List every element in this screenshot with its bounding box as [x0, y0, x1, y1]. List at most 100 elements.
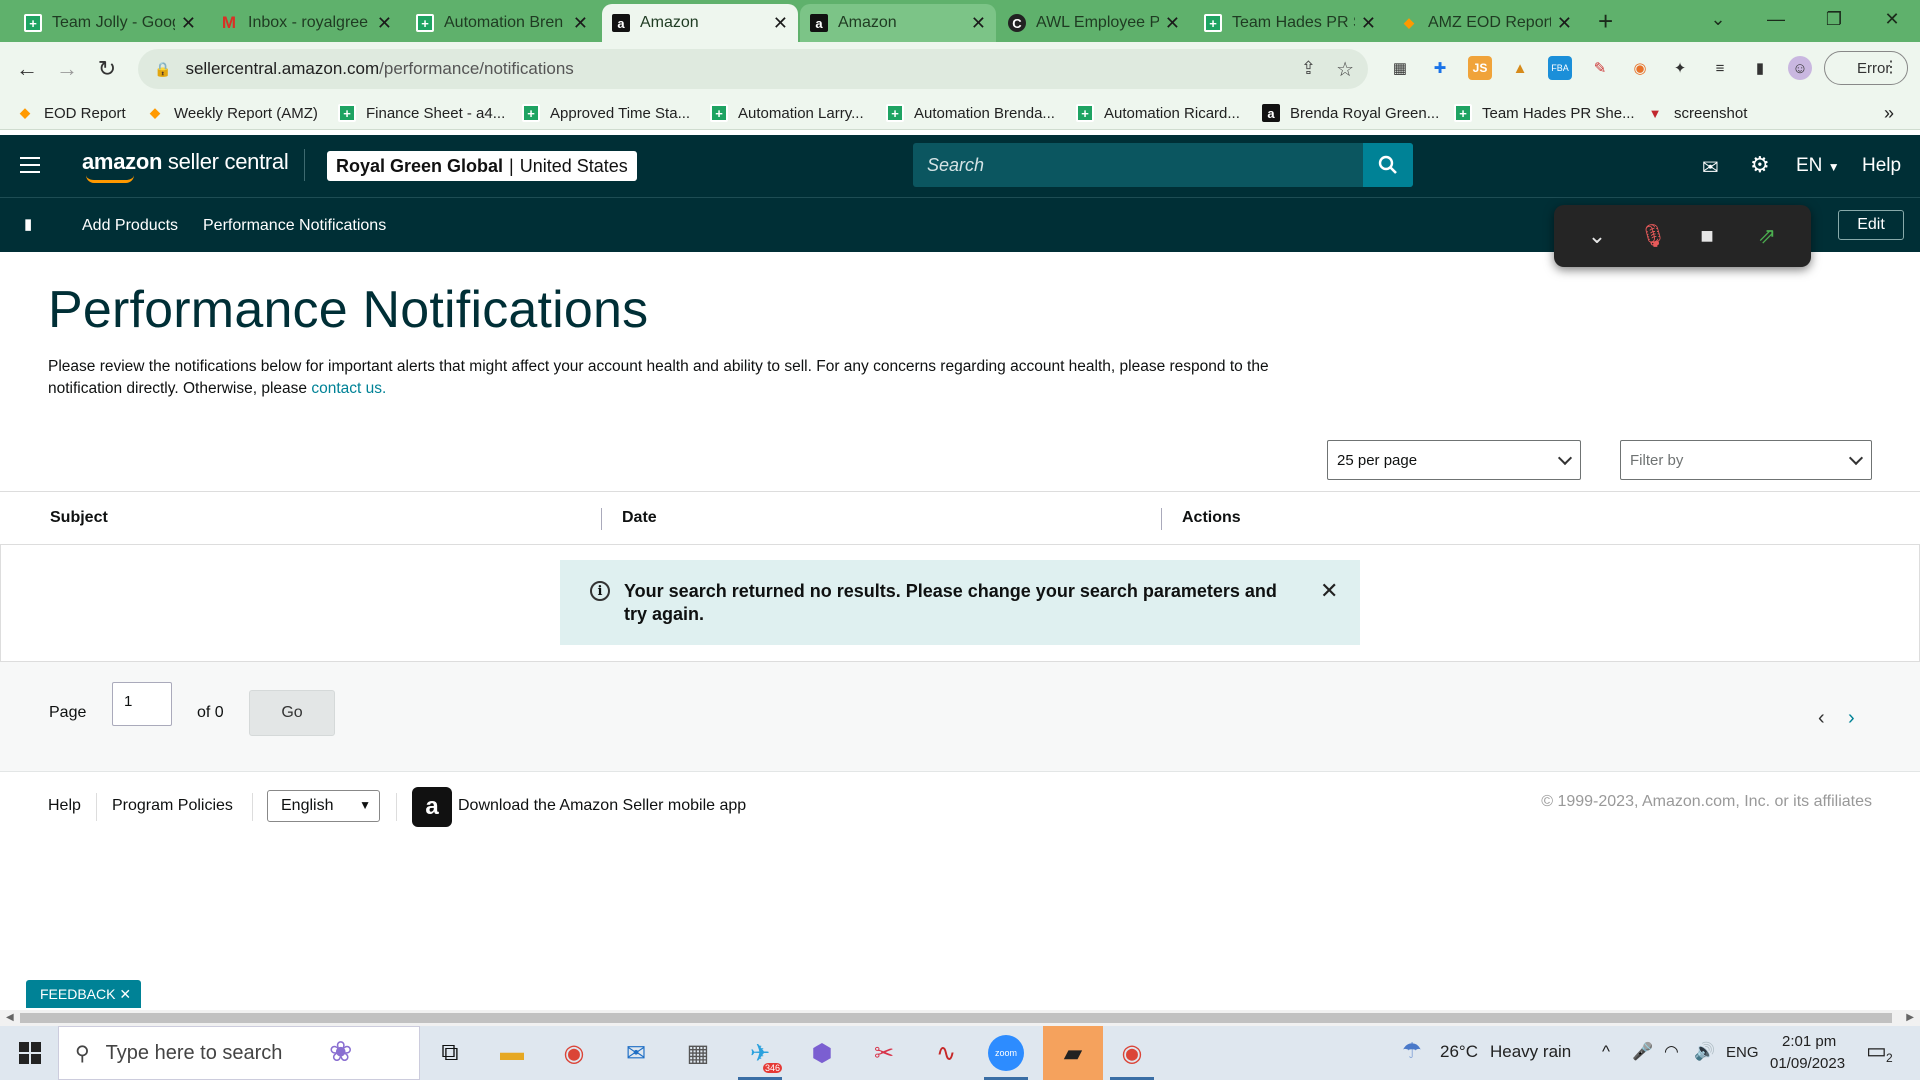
contact-us-link[interactable]: contact us. — [311, 380, 386, 397]
puzzle-icon[interactable]: ✦ — [1668, 56, 1692, 80]
bookmark-item[interactable]: ◆ Weekly Report (AMZ) — [146, 102, 318, 124]
page-number-input[interactable]: 1 — [112, 682, 172, 726]
share-icon[interactable]: ⇪ — [1301, 58, 1316, 79]
forward-icon[interactable]: → — [50, 52, 84, 86]
subnav-add-products[interactable]: Add Products — [82, 217, 178, 235]
close-icon[interactable]: ✕ — [181, 13, 196, 34]
back-icon[interactable]: ← — [10, 52, 44, 86]
fba-extension-icon[interactable]: FBA — [1548, 56, 1572, 80]
browser-tab[interactable]: ◆ AMZ EOD Report ✕ — [1390, 4, 1582, 42]
bookmark-item[interactable]: Automation Brenda... — [886, 102, 1055, 124]
subnav-performance-notifications[interactable]: Performance Notifications — [203, 217, 386, 235]
close-icon[interactable]: ✕ — [971, 13, 986, 34]
browser-tab[interactable]: Team Hades PR Sh ✕ — [1194, 4, 1386, 42]
chevron-up-icon[interactable]: ^ — [1602, 1042, 1610, 1062]
column-date[interactable]: Date — [622, 509, 657, 527]
calculator-icon[interactable]: ▦ — [678, 1033, 718, 1073]
filter-select[interactable]: Filter by — [1620, 440, 1872, 480]
scroll-right-icon[interactable]: ▶ — [1906, 1012, 1914, 1023]
kebab-menu-icon[interactable]: ⋮ — [1883, 57, 1899, 77]
copilot-icon[interactable]: ⬢ — [802, 1033, 842, 1073]
bookmark-item[interactable]: ▼ screenshot — [1646, 102, 1748, 124]
chrome-icon[interactable]: ◉ — [554, 1033, 594, 1073]
edit-button[interactable]: Edit — [1838, 210, 1904, 240]
per-page-select[interactable]: 25 per page — [1327, 440, 1581, 480]
account-switcher[interactable]: Royal Green Global | United States — [327, 151, 637, 181]
go-button[interactable]: Go — [249, 690, 335, 736]
new-tab-button[interactable]: + — [1598, 6, 1613, 37]
tab-search-icon[interactable]: ⌄ — [1690, 0, 1746, 38]
side-panel-icon[interactable]: ▮ — [1748, 56, 1772, 80]
zoom-icon[interactable]: zoom — [988, 1035, 1024, 1071]
activity-monitor-icon[interactable]: ∿ — [926, 1033, 966, 1073]
clock-time[interactable]: 2:01 pm — [1782, 1033, 1836, 1050]
extension-icon[interactable]: ✎ — [1588, 56, 1612, 80]
mail-icon[interactable]: ✉ — [616, 1033, 656, 1073]
close-icon[interactable]: ✕ — [377, 13, 392, 34]
microphone-icon[interactable]: 🎤 — [1632, 1042, 1653, 1062]
browser-tab[interactable]: C AWL Employee Po ✕ — [998, 4, 1190, 42]
extension-icon[interactable]: ◉ — [1628, 56, 1652, 80]
profile-error-chip[interactable]: Error ⋮ — [1824, 51, 1908, 85]
browser-tab[interactable]: Team Jolly - Goog ✕ — [14, 4, 206, 42]
browser-tab[interactable]: a Amazon ✕ — [800, 4, 996, 42]
horizontal-scrollbar[interactable]: ◀ ▶ — [0, 1010, 1920, 1026]
chrome-profile-icon[interactable]: ◉ — [1112, 1033, 1152, 1073]
search-input[interactable]: Search — [913, 155, 1363, 176]
media-icon[interactable]: ≡ — [1708, 56, 1732, 80]
extension-icon[interactable]: ✚ — [1428, 56, 1452, 80]
weather-temp[interactable]: 26°C — [1440, 1042, 1478, 1062]
input-language[interactable]: ENG — [1726, 1044, 1759, 1061]
telegram-icon[interactable]: ✈ 346 — [740, 1033, 782, 1073]
sticky-notes-icon[interactable]: ▰ — [1043, 1026, 1103, 1080]
weather-desc[interactable]: Heavy rain — [1490, 1042, 1571, 1062]
js-extension-icon[interactable]: JS — [1468, 56, 1492, 80]
scrollbar-thumb[interactable] — [20, 1013, 1892, 1023]
bookmark-item[interactable]: Automation Larry... — [710, 102, 864, 124]
browser-tab[interactable]: M Inbox - royalgree ✕ — [210, 4, 402, 42]
file-explorer-icon[interactable]: ▬ — [492, 1033, 532, 1073]
feedback-button[interactable]: FEEDBACK ✕ — [26, 980, 141, 1008]
hamburger-menu-icon[interactable] — [20, 157, 40, 173]
close-icon[interactable]: ✕ — [573, 13, 588, 34]
footer-help-link[interactable]: Help — [48, 797, 81, 815]
window-close-button[interactable]: ✕ — [1864, 0, 1920, 38]
mail-icon[interactable]: ✉ — [1702, 155, 1719, 180]
close-icon[interactable]: ✕ — [773, 13, 788, 34]
microphone-muted-icon[interactable]: 🎙 — [1636, 221, 1670, 251]
extension-icon[interactable]: ▲ — [1508, 56, 1532, 80]
language-selector[interactable]: EN ▼ — [1796, 155, 1840, 177]
qr-icon[interactable]: ▦ — [1388, 56, 1412, 80]
chevron-right-icon[interactable]: › — [1848, 707, 1855, 730]
bookmark-item[interactable]: Automation Ricard... — [1076, 102, 1240, 124]
restore-button[interactable]: ❐ — [1806, 0, 1862, 38]
program-policies-link[interactable]: Program Policies — [112, 797, 233, 815]
browser-tab[interactable]: Automation Bren ✕ — [406, 4, 598, 42]
wifi-icon[interactable]: ◠ — [1664, 1042, 1679, 1062]
notification-center-icon[interactable]: ▭ — [1866, 1038, 1887, 1064]
close-icon[interactable]: ✕ — [1165, 13, 1180, 34]
search-button[interactable] — [1363, 143, 1413, 187]
snipping-tool-icon[interactable]: ✂ — [864, 1033, 904, 1073]
windows-start-icon[interactable] — [10, 1033, 50, 1073]
footer-language-select[interactable]: English ▼ — [267, 790, 380, 822]
address-bar[interactable]: 🔒 sellercentral.amazon.com/performance/n… — [138, 49, 1368, 89]
bookmark-item[interactable]: a Brenda Royal Green... — [1262, 102, 1439, 124]
avatar[interactable]: ☺ — [1788, 56, 1812, 80]
bookmarks-overflow-button[interactable]: » — [1884, 102, 1894, 124]
chevron-left-icon[interactable]: ‹ — [1818, 707, 1825, 730]
gear-icon[interactable]: ⚙ — [1750, 152, 1770, 178]
clock-date[interactable]: 01/09/2023 — [1770, 1055, 1845, 1072]
amazon-app-icon[interactable]: a — [412, 787, 452, 827]
bookmark-item[interactable]: ◆ EOD Report — [16, 102, 126, 124]
minimize-button[interactable]: — — [1748, 0, 1804, 38]
column-subject[interactable]: Subject — [50, 509, 108, 527]
close-icon[interactable]: ✕ — [1361, 13, 1376, 34]
chevron-down-icon[interactable]: ⌄ — [1580, 221, 1614, 251]
seller-central-logo[interactable]: amazon seller central — [82, 149, 289, 183]
help-link[interactable]: Help — [1862, 155, 1901, 177]
bookmark-item[interactable]: Team Hades PR She... — [1454, 102, 1635, 124]
download-app-link[interactable]: Download the Amazon Seller mobile app — [458, 797, 746, 815]
browser-tab-active[interactable]: a Amazon ✕ — [602, 4, 798, 42]
close-icon[interactable]: ✕ — [1557, 13, 1572, 34]
